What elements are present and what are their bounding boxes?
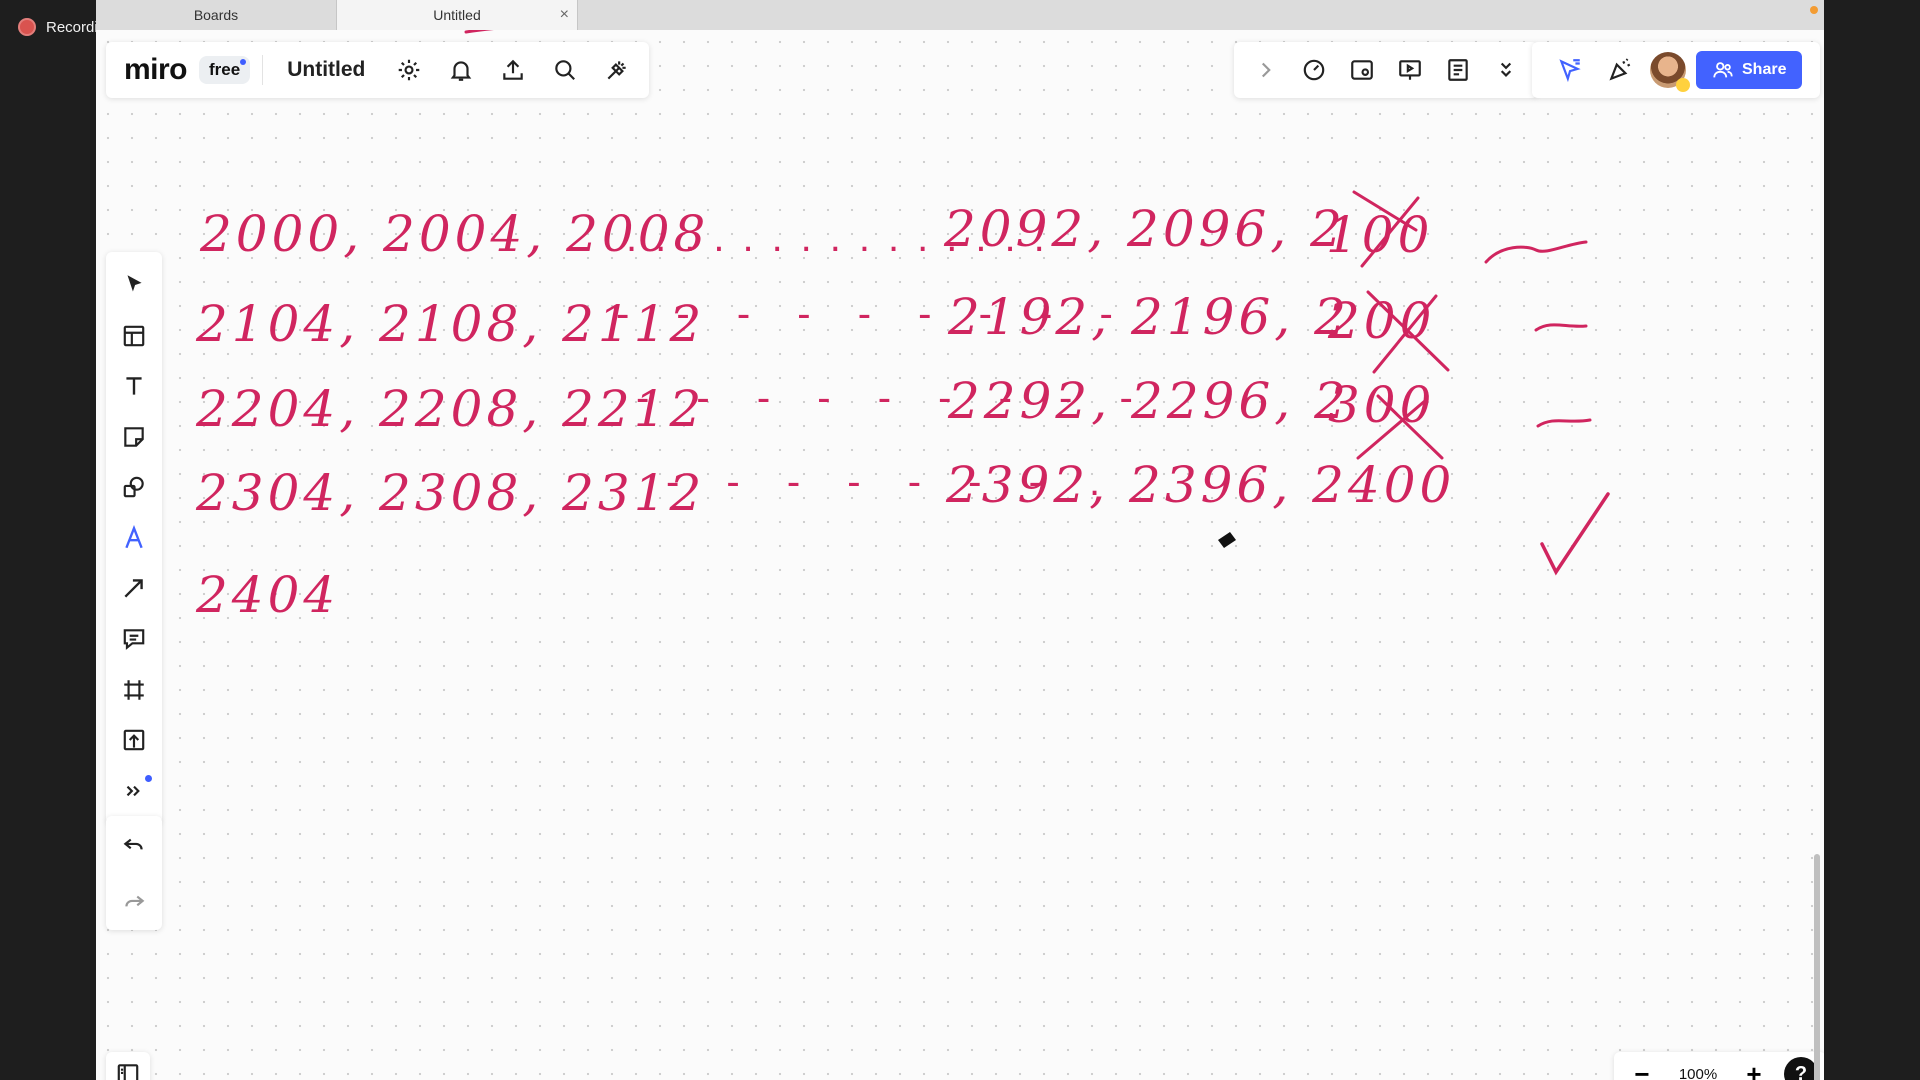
present-icon[interactable] bbox=[1390, 50, 1430, 90]
row4-end-text: 2392, 2396, 2400 bbox=[946, 456, 1456, 514]
settings-icon[interactable] bbox=[389, 50, 429, 90]
tools-toolbar bbox=[106, 252, 162, 824]
celebrate-icon[interactable] bbox=[1600, 50, 1640, 90]
zoom-level[interactable]: 100% bbox=[1672, 1066, 1724, 1080]
plan-badge-label: free bbox=[209, 60, 241, 79]
ink-strokes bbox=[464, 30, 1610, 576]
plan-badge-dot bbox=[240, 59, 247, 65]
record-icon bbox=[18, 18, 36, 36]
board-title[interactable]: Untitled bbox=[275, 58, 377, 82]
text-icon[interactable] bbox=[112, 364, 156, 408]
frame-icon[interactable] bbox=[112, 668, 156, 712]
row4-start-text: 2304, 2308, 2312 bbox=[196, 464, 706, 522]
search-icon[interactable] bbox=[545, 50, 585, 90]
shapes-icon[interactable] bbox=[112, 465, 156, 509]
tail-stroke bbox=[1484, 240, 1588, 264]
bell-icon[interactable] bbox=[441, 50, 481, 90]
more-tools-icon[interactable] bbox=[112, 769, 156, 813]
new-badge-dot bbox=[145, 774, 152, 782]
chevron-right-icon[interactable] bbox=[1246, 50, 1286, 90]
row2-end-text: 2192, 2196, 2 bbox=[948, 288, 1350, 346]
close-tab-icon[interactable]: × bbox=[560, 6, 569, 24]
plan-badge[interactable]: free bbox=[199, 56, 251, 84]
tail-stroke bbox=[1536, 418, 1592, 428]
zoom-in-button[interactable]: + bbox=[1734, 1054, 1774, 1080]
bolt-icon bbox=[1676, 78, 1690, 92]
row2-crossed-text: 200 bbox=[1328, 292, 1436, 350]
reactions-icon[interactable] bbox=[1550, 50, 1590, 90]
avatar[interactable] bbox=[1650, 52, 1690, 92]
zoom-out-button[interactable]: − bbox=[1622, 1054, 1662, 1080]
upload-icon[interactable] bbox=[493, 50, 533, 90]
templates-icon[interactable] bbox=[112, 314, 156, 358]
miro-logo[interactable]: miro bbox=[124, 53, 188, 87]
row5-text: 2404 bbox=[196, 566, 340, 624]
video-icon[interactable] bbox=[1342, 50, 1382, 90]
share-button[interactable]: Share bbox=[1696, 51, 1803, 89]
row3-end-text: 2292, 2296, 2 bbox=[948, 372, 1350, 430]
browser-window: Boards Untitled × miro free Untitled Sha… bbox=[96, 0, 1824, 1080]
pen-cursor-icon bbox=[1218, 532, 1236, 548]
select-icon[interactable] bbox=[112, 263, 156, 307]
row3-start-text: 2204, 2208, 2212 bbox=[196, 380, 706, 438]
zoom-controls: − 100% + ? bbox=[1614, 1052, 1824, 1080]
share-toolbar: Share bbox=[1532, 42, 1821, 98]
row1-crossed-text: 100 bbox=[1326, 206, 1434, 264]
undo-icon[interactable] bbox=[114, 825, 154, 865]
more-icon[interactable] bbox=[1486, 50, 1526, 90]
tab-untitled[interactable]: Untitled × bbox=[337, 0, 578, 30]
board-canvas[interactable]: miro free Untitled Share 2000, 2004, 200… bbox=[96, 30, 1824, 1080]
row3-crossed-text: 300 bbox=[1328, 376, 1436, 434]
tab-label: Boards bbox=[193, 7, 239, 23]
redo-icon[interactable] bbox=[114, 882, 154, 922]
notes-icon[interactable] bbox=[1438, 50, 1478, 90]
tab-label: Untitled bbox=[433, 7, 481, 23]
share-label: Share bbox=[1742, 61, 1787, 78]
browser-tab-bar: Boards Untitled × bbox=[96, 0, 1824, 30]
sidebar-icon bbox=[117, 1064, 139, 1080]
upload-tool-icon[interactable] bbox=[112, 718, 156, 762]
help-button[interactable]: ? bbox=[1784, 1057, 1818, 1080]
users-icon bbox=[1713, 62, 1733, 78]
vertical-scrollbar[interactable] bbox=[1814, 854, 1820, 1080]
pen-icon[interactable] bbox=[112, 516, 156, 560]
frames-panel-toggle[interactable] bbox=[106, 1052, 150, 1080]
undo-redo-panel bbox=[106, 816, 162, 930]
divider bbox=[262, 55, 264, 85]
magic-icon[interactable] bbox=[597, 50, 637, 90]
sticky-note-icon[interactable] bbox=[112, 415, 156, 459]
timer-icon[interactable] bbox=[1294, 50, 1334, 90]
notification-dot bbox=[1810, 6, 1818, 14]
arrow-icon[interactable] bbox=[112, 566, 156, 610]
checkmark-stroke bbox=[1540, 492, 1610, 576]
board-header: miro free Untitled bbox=[106, 42, 650, 98]
row1-end-text: 2092, 2096, 2 bbox=[944, 200, 1346, 258]
tab-boards[interactable]: Boards bbox=[96, 0, 337, 30]
collaboration-toolbar bbox=[1234, 42, 1538, 98]
comment-icon[interactable] bbox=[112, 617, 156, 661]
tail-stroke bbox=[1534, 323, 1588, 332]
stray-stroke bbox=[464, 30, 495, 34]
